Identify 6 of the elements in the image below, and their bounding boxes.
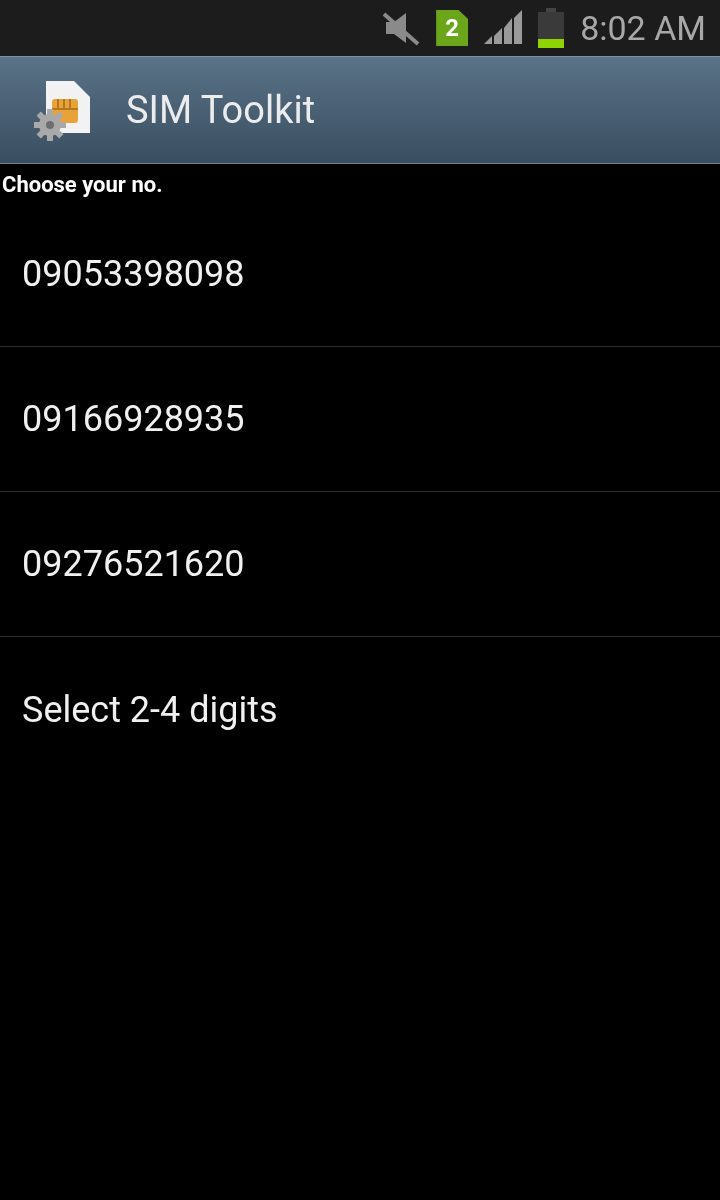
- sim-badge: 2: [436, 10, 469, 46]
- prompt-text: Choose your no.: [1, 171, 164, 198]
- window-title: SIM Toolkit: [126, 86, 316, 134]
- clock: 8:02 AM: [580, 6, 706, 50]
- signal-icon: [482, 10, 525, 46]
- battery-icon: [538, 8, 565, 48]
